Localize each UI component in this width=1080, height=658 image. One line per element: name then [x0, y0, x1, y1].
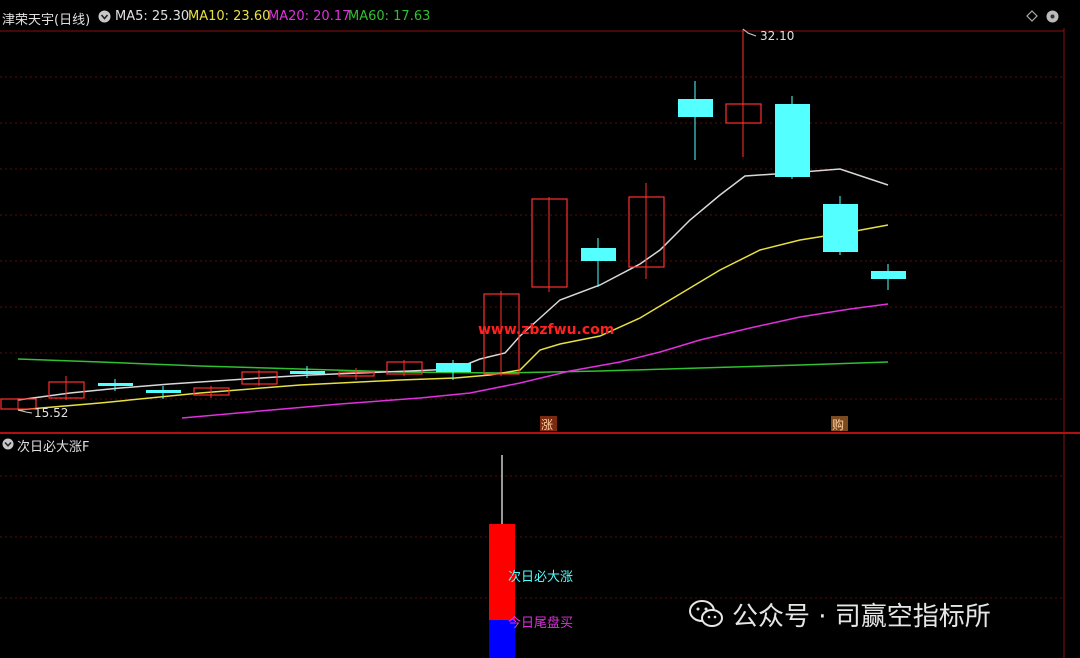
candle[interactable]	[146, 390, 181, 393]
high-marker-leader	[742, 28, 757, 37]
high-price-label: 32.10	[760, 29, 795, 43]
ma10-line	[17, 224, 889, 411]
label-buy-at-close: 今日尾盘买	[508, 616, 574, 631]
label-next-day-rise: 次日必大涨	[508, 570, 574, 585]
low-price-label: 15.52	[34, 406, 69, 420]
candle[interactable]	[581, 248, 616, 261]
low-marker-leader	[17, 409, 33, 414]
candle[interactable]	[775, 104, 810, 177]
signal-gou: 购	[832, 418, 845, 432]
watermark-text: 公众号 · 司赢空指标所	[732, 601, 991, 632]
signal-zhang: 涨	[541, 418, 554, 432]
site-watermark: www.zbzfwu.com	[478, 322, 615, 338]
candle[interactable]	[678, 99, 713, 117]
candle[interactable]	[98, 383, 133, 386]
candle[interactable]	[823, 204, 858, 252]
indicator-dropdown-icon[interactable]	[2, 438, 14, 454]
indicator-title[interactable]: 次日必大涨F	[17, 436, 89, 455]
candle[interactable]	[871, 271, 906, 279]
wechat-icon	[689, 600, 723, 627]
wechat-watermark: 公众号 · 司赢空指标所	[688, 596, 991, 632]
candle[interactable]	[436, 363, 471, 372]
candle[interactable]	[290, 371, 325, 374]
